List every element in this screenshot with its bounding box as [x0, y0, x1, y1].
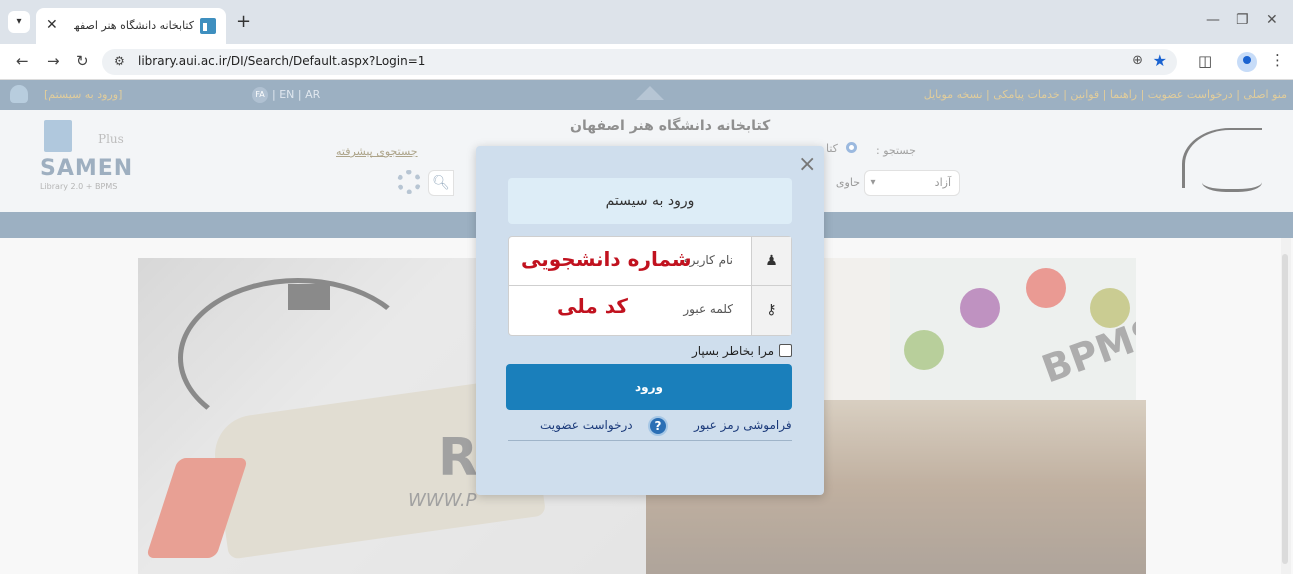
- browser-tab[interactable]: کتابخانه دانشگاه هنر اصفهان ، کتا ✕: [36, 8, 226, 44]
- login-modal: × ورود به سیستم ♟ نام کاربری شماره دانشج…: [476, 146, 824, 495]
- window-close-icon[interactable]: ✕: [1266, 12, 1278, 28]
- user-icon: ♟: [751, 237, 791, 285]
- username-annotation: شماره دانشجویی: [521, 247, 692, 271]
- back-icon[interactable]: ←: [16, 52, 29, 70]
- username-field[interactable]: ♟ نام کاربری شماره دانشجویی: [508, 236, 792, 286]
- help-icon[interactable]: ?: [648, 416, 668, 436]
- forward-icon[interactable]: →: [47, 52, 60, 70]
- reload-icon[interactable]: ↻: [76, 52, 89, 70]
- new-tab-button[interactable]: +: [236, 11, 251, 32]
- minimize-icon[interactable]: —: [1206, 12, 1220, 28]
- remember-me-label[interactable]: مرا بخاطر بسپار: [692, 344, 774, 358]
- modal-divider: [508, 440, 792, 441]
- password-placeholder: کلمه عبور: [683, 302, 733, 316]
- bookmark-star-icon[interactable]: ★: [1153, 51, 1167, 70]
- remember-me-checkbox[interactable]: [779, 344, 792, 357]
- profile-icon[interactable]: [1237, 52, 1257, 72]
- remember-me: مرا بخاطر بسپار: [666, 342, 792, 360]
- library-page: [ورود به سیستم] FA | EN | AR منو اصلی | …: [0, 80, 1293, 574]
- password-annotation: کد ملی: [557, 294, 628, 318]
- browser-tab-strip: ▾ کتابخانه دانشگاه هنر اصفهان ، کتا ✕ + …: [0, 0, 1293, 44]
- site-favicon-icon: [200, 18, 216, 34]
- login-button[interactable]: ورود: [506, 364, 792, 410]
- forgot-password-link[interactable]: فراموشی رمز عبور: [694, 418, 792, 432]
- modal-title: ورود به سیستم: [508, 178, 792, 224]
- site-info-icon[interactable]: ⚙: [114, 54, 125, 68]
- url-text: library.aui.ac.ir/DI/Search/Default.aspx…: [138, 54, 426, 68]
- zoom-icon[interactable]: ⊕: [1132, 53, 1143, 68]
- address-bar[interactable]: ⚙ library.aui.ac.ir/DI/Search/Default.as…: [102, 49, 1177, 75]
- restore-icon[interactable]: ❐: [1236, 12, 1249, 28]
- browser-toolbar: ← → ↻ ⚙ library.aui.ac.ir/DI/Search/Defa…: [0, 44, 1293, 80]
- browser-menu-icon[interactable]: ⋮: [1270, 51, 1285, 69]
- tab-search-dropdown-icon[interactable]: ▾: [8, 11, 30, 33]
- password-field[interactable]: ⚷ کلمه عبور کد ملی: [508, 286, 792, 336]
- close-icon[interactable]: ×: [798, 152, 816, 177]
- key-icon: ⚷: [751, 286, 791, 335]
- tab-title: کتابخانه دانشگاه هنر اصفهان ، کتا: [74, 19, 194, 32]
- tab-close-icon[interactable]: ✕: [46, 17, 58, 33]
- register-link[interactable]: درخواست عضویت: [540, 418, 633, 432]
- extensions-icon[interactable]: ◫: [1198, 52, 1212, 70]
